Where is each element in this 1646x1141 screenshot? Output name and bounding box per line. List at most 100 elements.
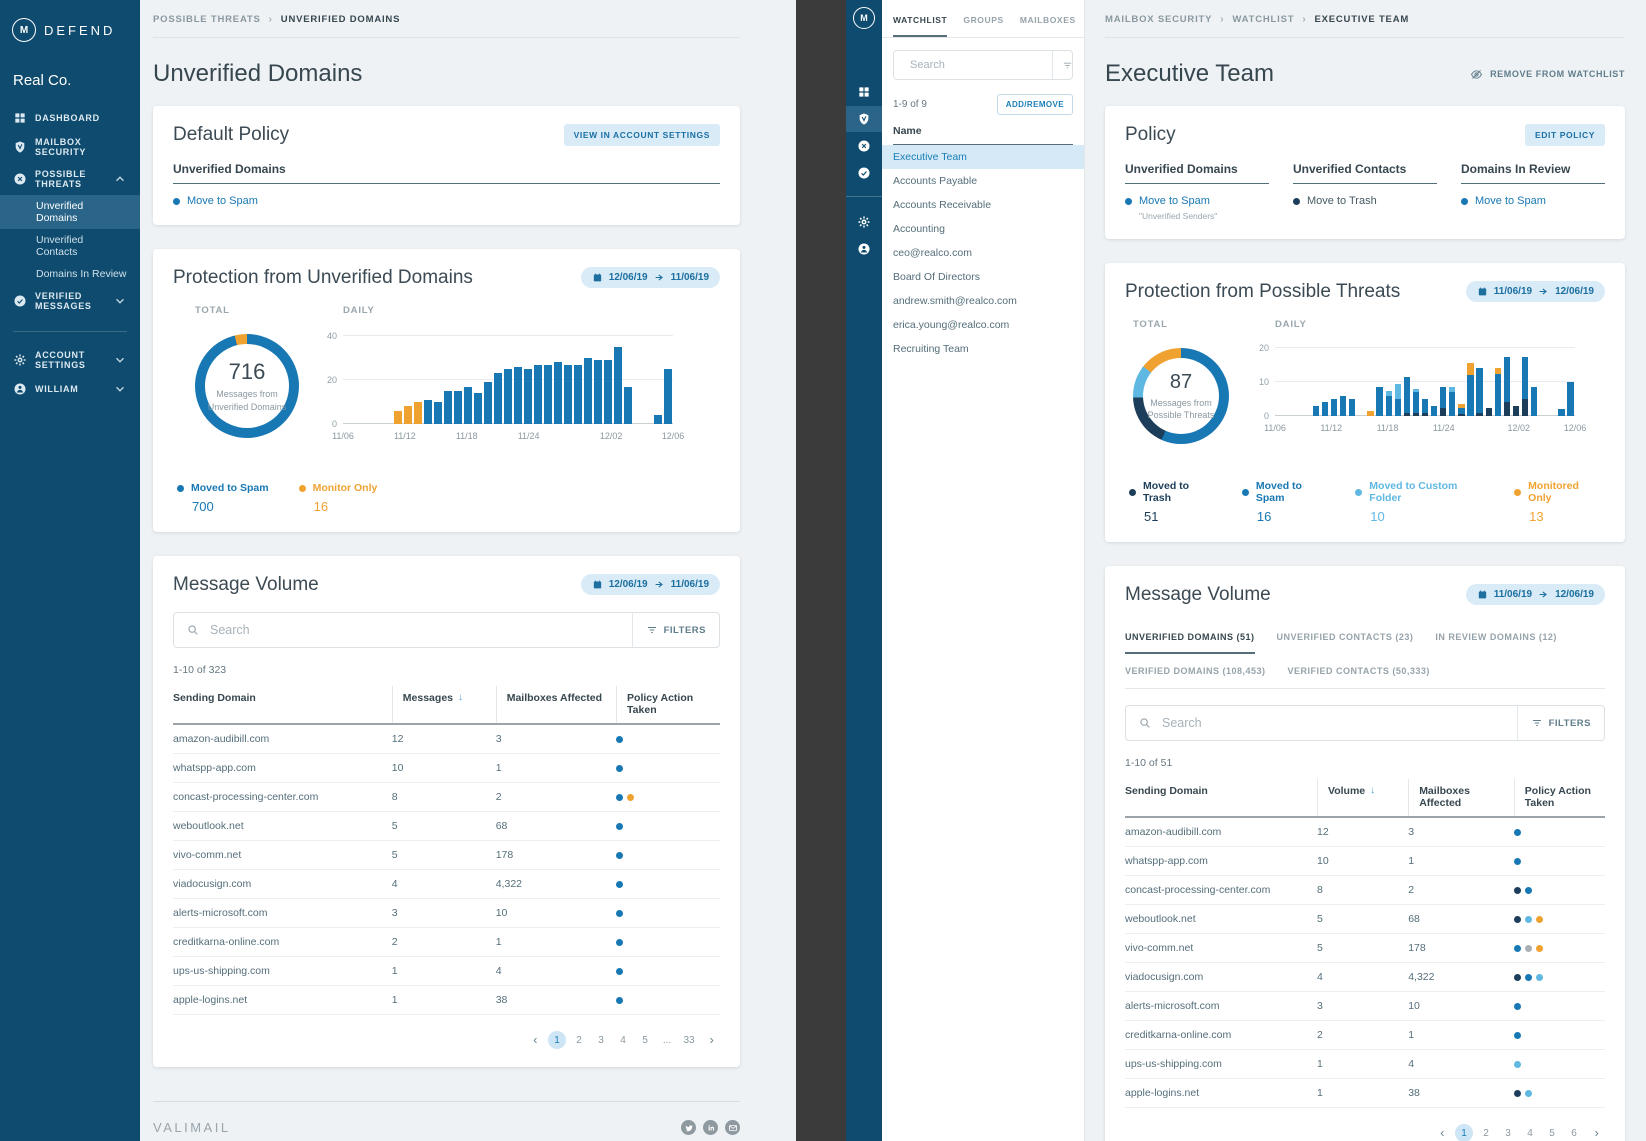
- watchlist-filter-button[interactable]: [1052, 51, 1082, 79]
- tab-unverified-contacts-23-[interactable]: UNVERIFIED CONTACTS (23): [1277, 620, 1414, 654]
- watchlist-search-input[interactable]: [910, 59, 1052, 71]
- pagination-page[interactable]: 4: [1521, 1124, 1539, 1141]
- column-header[interactable]: Policy Action Taken: [616, 686, 720, 723]
- table-row[interactable]: alerts-microsoft.com310: [173, 899, 720, 928]
- date-range-chip[interactable]: 11/06/19 12/06/19: [1466, 584, 1605, 605]
- date-range-chip[interactable]: 11/06/19 12/06/19: [1466, 281, 1605, 302]
- watchlist-item[interactable]: Board Of Directors: [882, 265, 1084, 289]
- table-row[interactable]: ups-us-shipping.com14: [1125, 1050, 1605, 1079]
- tab-verified-contacts-50-333-[interactable]: VERIFIED CONTACTS (50,333): [1288, 654, 1430, 688]
- breadcrumb-item[interactable]: MAILBOX SECURITY: [1105, 14, 1212, 25]
- sidebar-item-account-settings[interactable]: ACCOUNT SETTINGS: [0, 344, 140, 376]
- view-in-account-settings-button[interactable]: VIEW IN ACCOUNT SETTINGS: [564, 124, 720, 146]
- table-row[interactable]: whatspp-app.com101: [1125, 847, 1605, 876]
- table-row[interactable]: amazon-audibill.com123: [1125, 818, 1605, 847]
- column-header[interactable]: Volume↓: [1317, 779, 1408, 816]
- breadcrumb-item[interactable]: UNVERIFIED DOMAINS: [281, 14, 400, 25]
- edit-policy-button[interactable]: EDIT POLICY: [1525, 124, 1605, 146]
- column-header[interactable]: Policy Action Taken: [1514, 779, 1605, 816]
- pagination-prev[interactable]: [526, 1031, 544, 1049]
- pagination-page[interactable]: 5: [636, 1031, 654, 1049]
- column-header[interactable]: Sending Domain: [1125, 779, 1317, 816]
- tab-groups[interactable]: GROUPS: [963, 0, 1003, 37]
- date-range-chip[interactable]: 12/06/19 11/06/19: [581, 574, 720, 595]
- sidebar-item-dashboard[interactable]: DASHBOARD: [0, 105, 140, 131]
- sidebar-subitem-unverified-contacts[interactable]: Unverified Contacts: [0, 229, 140, 263]
- pagination-prev[interactable]: [1433, 1124, 1451, 1141]
- search-input[interactable]: [210, 623, 632, 637]
- breadcrumb-item[interactable]: WATCHLIST: [1232, 14, 1294, 25]
- table-row[interactable]: apple-logins.net138: [173, 986, 720, 1015]
- filters-button[interactable]: FILTERS: [1517, 706, 1604, 740]
- tab-unverified-domains-51-[interactable]: UNVERIFIED DOMAINS (51): [1125, 620, 1255, 654]
- watchlist-item[interactable]: Accounts Receivable: [882, 193, 1084, 217]
- table-row[interactable]: vivo-comm.net5178: [1125, 934, 1605, 963]
- breadcrumb-item[interactable]: EXECUTIVE TEAM: [1314, 14, 1409, 25]
- pagination-page[interactable]: 4: [614, 1031, 632, 1049]
- brand-row[interactable]: M DEFEND: [0, 10, 140, 50]
- sidebar-item-mailbox-security[interactable]: MAILBOX SECURITY: [0, 131, 140, 163]
- sidebar-item-verified-messages[interactable]: VERIFIED MESSAGES: [0, 285, 140, 317]
- pagination-next[interactable]: [702, 1031, 720, 1049]
- rail-item-gear-icon[interactable]: [846, 209, 882, 235]
- table-row[interactable]: creditkarna-online.com21: [1125, 1021, 1605, 1050]
- pagination-page[interactable]: 5: [1543, 1124, 1561, 1141]
- watchlist-item[interactable]: Recruiting Team: [882, 337, 1084, 361]
- watchlist-item[interactable]: ceo@realco.com: [882, 241, 1084, 265]
- sidebar-subitem-domains-in-review[interactable]: Domains In Review: [0, 263, 140, 285]
- pagination-page[interactable]: 3: [592, 1031, 610, 1049]
- pagination-page[interactable]: 3: [1499, 1124, 1517, 1141]
- email-icon[interactable]: [725, 1120, 740, 1135]
- column-header[interactable]: Mailboxes Affected: [496, 686, 616, 723]
- valimail-logo-icon[interactable]: M: [853, 7, 875, 29]
- table-row[interactable]: viadocusign.com44,322: [173, 870, 720, 899]
- tab-verified-domains-108-453-[interactable]: VERIFIED DOMAINS (108,453): [1125, 654, 1266, 688]
- table-row[interactable]: creditkarna-online.com21: [173, 928, 720, 957]
- add-remove-button[interactable]: ADD/REMOVE: [997, 94, 1073, 115]
- twitter-icon[interactable]: [681, 1120, 696, 1135]
- tab-in-review-domains-12-[interactable]: IN REVIEW DOMAINS (12): [1435, 620, 1557, 654]
- pagination-next[interactable]: [1587, 1124, 1605, 1141]
- rail-item-threat-circle-icon[interactable]: [846, 133, 882, 159]
- pagination-page[interactable]: 2: [1477, 1124, 1495, 1141]
- column-header[interactable]: Mailboxes Affected: [1408, 779, 1514, 816]
- watchlist-item[interactable]: Accounts Payable: [882, 169, 1084, 193]
- table-row[interactable]: vivo-comm.net5178: [173, 841, 720, 870]
- rail-item-user-icon[interactable]: [846, 236, 882, 262]
- sidebar-subitem-unverified-domains[interactable]: Unverified Domains: [0, 195, 140, 229]
- rail-item-dashboard-grid-icon[interactable]: [846, 79, 882, 105]
- table-row[interactable]: whatspp-app.com101: [173, 754, 720, 783]
- rail-item-check-circle-icon[interactable]: [846, 160, 882, 186]
- pagination-page[interactable]: 1: [1455, 1124, 1473, 1141]
- pagination-page[interactable]: 2: [570, 1031, 588, 1049]
- table-row[interactable]: viadocusign.com44,322: [1125, 963, 1605, 992]
- linkedin-icon[interactable]: [703, 1120, 718, 1135]
- pagination-page[interactable]: ...: [658, 1031, 676, 1049]
- breadcrumb-item[interactable]: POSSIBLE THREATS: [153, 14, 261, 25]
- rail-item-shield-icon[interactable]: [846, 106, 882, 132]
- watchlist-item[interactable]: Accounting: [882, 217, 1084, 241]
- table-row[interactable]: concast-processing-center.com82: [173, 783, 720, 812]
- column-header[interactable]: Messages↓: [392, 686, 496, 723]
- table-row[interactable]: ups-us-shipping.com14: [173, 957, 720, 986]
- table-row[interactable]: weboutlook.net568: [173, 812, 720, 841]
- watchlist-item[interactable]: Executive Team: [882, 145, 1084, 169]
- search-input[interactable]: [1162, 716, 1517, 730]
- watchlist-item[interactable]: erica.young@realco.com: [882, 313, 1084, 337]
- table-row[interactable]: apple-logins.net138: [1125, 1079, 1605, 1108]
- sidebar-item-william[interactable]: WILLIAM: [0, 376, 140, 402]
- table-row[interactable]: alerts-microsoft.com310: [1125, 992, 1605, 1021]
- pagination-page[interactable]: 33: [680, 1031, 698, 1049]
- table-row[interactable]: weboutlook.net568: [1125, 905, 1605, 934]
- filters-button[interactable]: FILTERS: [632, 613, 719, 647]
- sidebar-item-possible-threats[interactable]: POSSIBLE THREATS: [0, 163, 140, 195]
- tab-watchlist[interactable]: WATCHLIST: [893, 0, 947, 37]
- remove-from-watchlist-button[interactable]: REMOVE FROM WATCHLIST: [1470, 68, 1625, 81]
- pagination-page[interactable]: 6: [1565, 1124, 1583, 1141]
- date-range-chip[interactable]: 12/06/19 11/06/19: [581, 267, 720, 288]
- pagination-page[interactable]: 1: [548, 1031, 566, 1049]
- table-row[interactable]: amazon-audibill.com123: [173, 725, 720, 754]
- table-row[interactable]: concast-processing-center.com82: [1125, 876, 1605, 905]
- tab-mailboxes[interactable]: MAILBOXES: [1020, 0, 1076, 37]
- watchlist-item[interactable]: andrew.smith@realco.com: [882, 289, 1084, 313]
